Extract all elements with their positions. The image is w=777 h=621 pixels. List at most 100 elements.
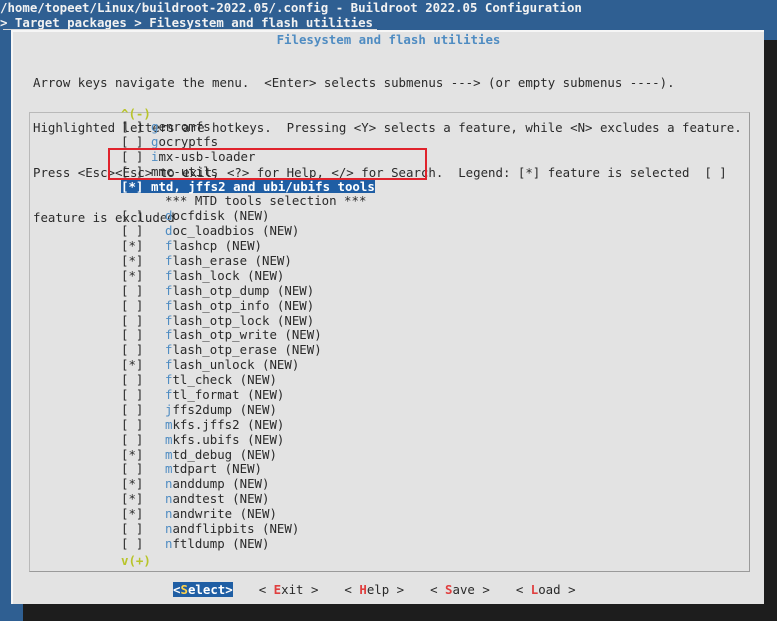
menu-item[interactable]: [ ] mkfs.ubifs (NEW): [121, 432, 375, 447]
checkbox-mark[interactable]: [ ]: [121, 223, 151, 238]
menu-item[interactable]: [*] mtd, jffs2 and ubi/ubifs tools: [121, 178, 375, 194]
menu-item-text: ftldump (NEW): [172, 535, 270, 551]
exit-button[interactable]: < Exit >: [259, 582, 319, 597]
button-bracket-right: >: [474, 582, 490, 597]
checkbox-mark[interactable]: [*]: [121, 238, 151, 253]
breadcrumb: > Target packages > Filesystem and flash…: [0, 15, 373, 30]
menu-item[interactable]: [ ] imx-usb-loader: [121, 149, 375, 164]
menu-item-text: td_debug (NEW): [172, 446, 277, 462]
menu-item[interactable]: [*] nandwrite (NEW): [121, 506, 375, 521]
menu-item-text: andwrite (NEW): [172, 506, 277, 522]
select-button[interactable]: <Select>: [173, 582, 233, 597]
menu-item[interactable]: [*] flash_unlock (NEW): [121, 357, 375, 372]
menu-item-label: ftl_check (NEW): [165, 372, 277, 387]
menu-item[interactable]: [ ] flash_otp_write (NEW): [121, 327, 375, 342]
menu-item-label: nandtest (NEW): [165, 491, 269, 506]
menu-item-text: ffs2dump (NEW): [172, 401, 277, 417]
checkbox-mark[interactable]: [*]: [121, 253, 151, 268]
checkbox-mark[interactable]: [*]: [121, 268, 151, 283]
dialog-shadow-bottom: [23, 604, 777, 621]
checkbox-mark[interactable]: [ ]: [121, 327, 151, 343]
checkbox-mark[interactable]: [*]: [121, 506, 151, 521]
menu-item-label: nandflipbits (NEW): [165, 521, 299, 536]
menu-item[interactable]: [ ] ftl_format (NEW): [121, 387, 375, 402]
button-bracket-right: >: [303, 582, 319, 597]
menu-item[interactable]: *** MTD tools selection ***: [121, 193, 375, 208]
menu-item-label: gocryptfs: [151, 134, 218, 149]
menu-item-text: kfs.jffs2 (NEW): [172, 416, 285, 432]
menu-item-text: lash_erase (NEW): [172, 253, 292, 269]
help-line: Arrow keys navigate the menu. <Enter> se…: [33, 75, 675, 90]
menu-item[interactable]: [ ] nandflipbits (NEW): [121, 521, 375, 536]
checkbox-mark[interactable]: [ ]: [121, 342, 151, 357]
checkbox-mark[interactable]: [ ]: [121, 432, 151, 447]
menu-item-text: td, jffs2 and ubi/ubifs tools: [158, 178, 375, 194]
menu-item-text: lash_unlock (NEW): [172, 357, 300, 373]
menu-item-label: genromfs: [151, 119, 211, 134]
checkbox-mark[interactable]: [*]: [121, 357, 151, 372]
menu-item-text: enromfs: [158, 119, 211, 134]
checkbox-mark[interactable]: [ ]: [121, 372, 151, 387]
menu-item-label: jffs2dump (NEW): [165, 402, 277, 417]
menu-item[interactable]: [ ] flash_otp_erase (NEW): [121, 342, 375, 357]
menu-item[interactable]: [ ] nftldump (NEW): [121, 536, 375, 551]
menu-item[interactable]: [ ] flash_otp_dump (NEW): [121, 283, 375, 298]
menu-item-text: oc_loadbios (NEW): [172, 223, 300, 239]
checkbox-mark[interactable]: [ ]: [121, 164, 151, 179]
checkbox-mark[interactable]: [ ]: [121, 283, 151, 298]
menu-item[interactable]: [ ] mkfs.jffs2 (NEW): [121, 417, 375, 432]
button-bracket-left: <: [258, 582, 274, 597]
menu-item[interactable]: [*] nanddump (NEW): [121, 476, 375, 491]
checkbox-mark[interactable]: [*]: [121, 491, 151, 506]
menu-item-text: kfs.ubifs (NEW): [172, 431, 285, 447]
checkbox-mark[interactable]: [ ]: [121, 149, 151, 164]
button-hotkey: S: [445, 582, 453, 597]
menu-item[interactable]: [ ] flash_otp_lock (NEW): [121, 313, 375, 328]
menu-item-text: lash_otp_lock (NEW): [172, 312, 315, 328]
menu-item[interactable]: [*] flash_lock (NEW): [121, 268, 375, 283]
menu-item[interactable]: [ ] jffs2dump (NEW): [121, 402, 375, 417]
checkbox-mark[interactable]: [ ]: [121, 402, 151, 417]
menu-item-text: andflipbits (NEW): [172, 521, 300, 537]
checkbox-mark[interactable]: [ ]: [121, 461, 151, 477]
help-button[interactable]: < Help >: [344, 582, 404, 597]
save-button[interactable]: < Save >: [430, 582, 490, 597]
button-hotkey: E: [273, 582, 282, 597]
checkbox-mark[interactable]: [ ]: [121, 387, 151, 402]
menu-item[interactable]: [*] flashcp (NEW): [121, 238, 375, 253]
menu-item[interactable]: [ ] genromfs: [121, 119, 375, 134]
menu-item-text: andtest (NEW): [172, 491, 270, 507]
menu-item[interactable]: [*] mtd_debug (NEW): [121, 447, 375, 462]
menu-item[interactable]: [*] flash_erase (NEW): [121, 253, 375, 268]
menu-item[interactable]: [ ] doc_loadbios (NEW): [121, 223, 375, 238]
checkbox-mark[interactable]: [*]: [121, 476, 151, 491]
menu-item-text: anddump (NEW): [172, 476, 270, 492]
menu-item-text: tdpart (NEW): [172, 461, 262, 477]
menu-item-text: mx-usb-loader: [158, 148, 256, 164]
menu-item-label: flash_otp_dump (NEW): [165, 283, 314, 298]
menu-item[interactable]: [ ] docfdisk (NEW): [121, 208, 375, 223]
menu-item-label: mmc-utils: [151, 164, 218, 179]
checkbox-mark[interactable]: [ ]: [121, 298, 151, 313]
checkbox-mark[interactable]: [ ]: [121, 208, 151, 223]
checkbox-mark[interactable]: [*]: [121, 178, 151, 194]
menu-item[interactable]: [ ] mtdpart (NEW): [121, 461, 375, 476]
checkbox-mark[interactable]: [ ]: [121, 134, 151, 149]
checkbox-mark[interactable]: [*]: [121, 447, 151, 462]
scroll-down-indicator: v(+): [121, 553, 151, 568]
menu-item[interactable]: [ ] ftl_check (NEW): [121, 372, 375, 387]
checkbox-mark[interactable]: [ ]: [121, 417, 151, 432]
checkbox-mark[interactable]: [ ]: [121, 521, 151, 536]
checkbox-mark[interactable]: [ ]: [121, 119, 151, 134]
menu-item[interactable]: [ ] mmc-utils: [121, 164, 375, 179]
load-button[interactable]: < Load >: [516, 582, 576, 597]
menu-item[interactable]: [ ] flash_otp_info (NEW): [121, 298, 375, 313]
menu-item-text: ocfdisk (NEW): [172, 208, 270, 224]
checkbox-mark[interactable]: [ ]: [121, 536, 151, 551]
button-bracket-left: <: [430, 582, 446, 597]
menu-item[interactable]: [*] nandtest (NEW): [121, 491, 375, 506]
button-label: < Exit >: [259, 582, 319, 597]
menu-item[interactable]: [ ] gocryptfs: [121, 134, 375, 149]
checkbox-mark[interactable]: [ ]: [121, 313, 151, 328]
menu-item-label: mkfs.jffs2 (NEW): [165, 417, 284, 432]
